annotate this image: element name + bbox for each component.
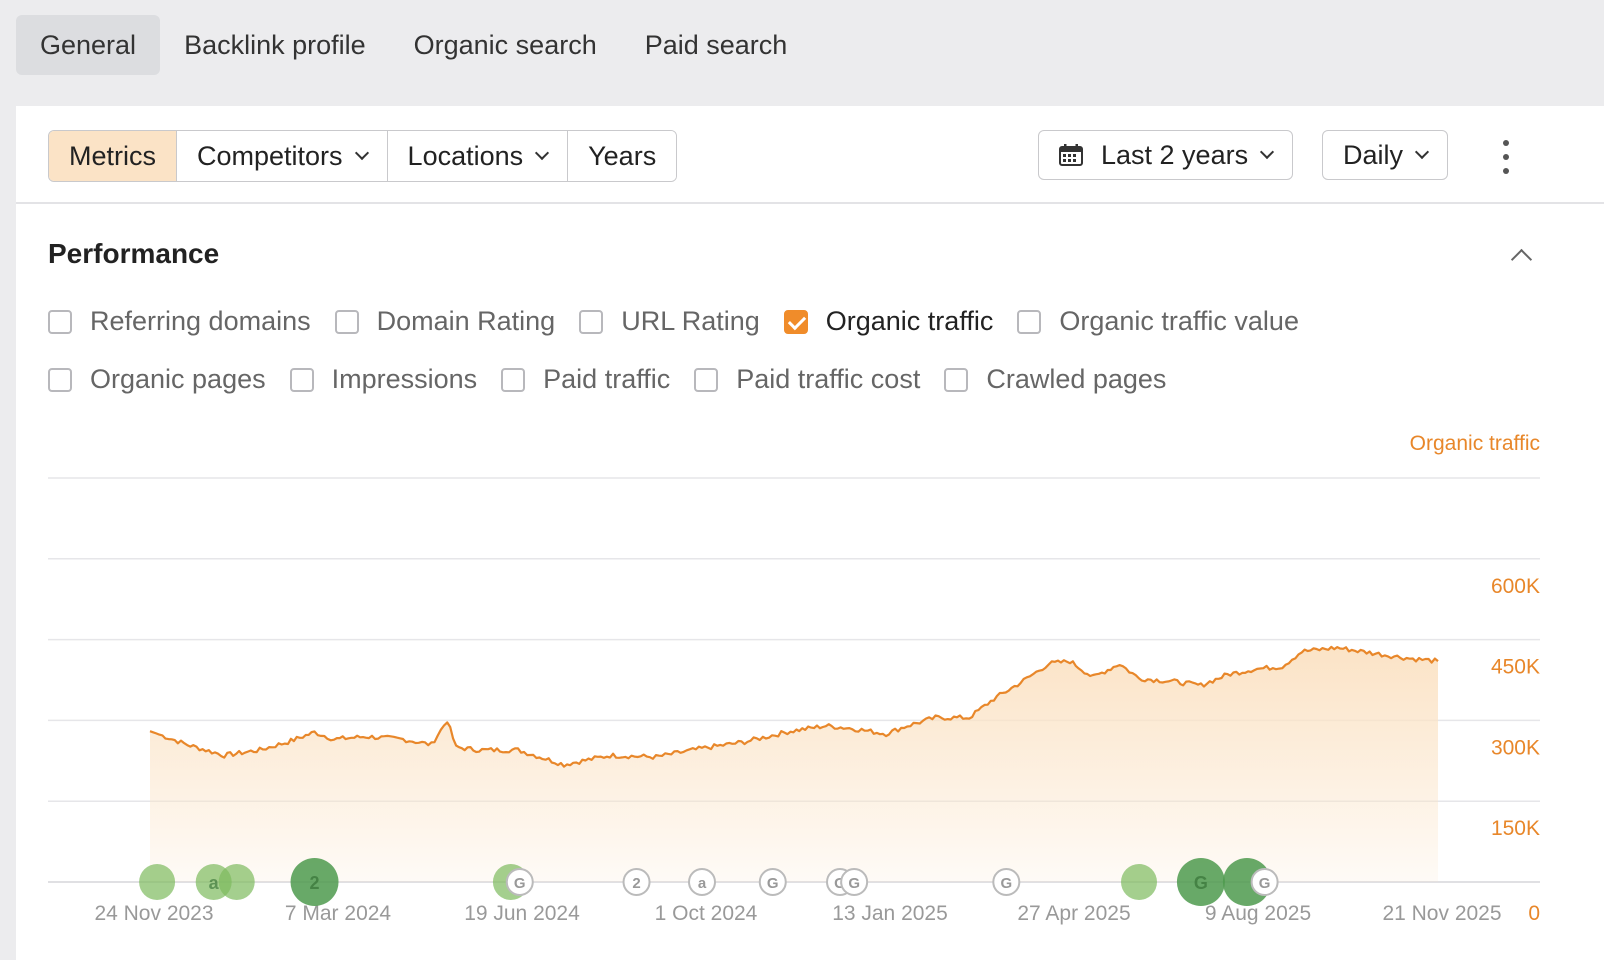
overview-panel: Metrics Competitors Locations Years Last… [16,106,1604,960]
event-marker[interactable]: a [688,868,716,896]
event-marker[interactable]: G [1176,858,1225,906]
x-tick-label: 13 Jan 2025 [832,902,948,925]
y-tick-label: 150K [1491,817,1540,840]
y-tick-label: 300K [1491,736,1540,759]
x-tick-label: 19 Jun 2024 [464,902,580,925]
x-tick-label: 24 Nov 2023 [94,902,213,925]
event-marker[interactable] [139,864,176,900]
event-marker[interactable]: G [1250,868,1279,896]
event-marker[interactable] [1121,864,1157,900]
event-marker[interactable]: 2 [290,858,339,906]
event-marker-glyph: 2 [632,875,640,892]
event-marker-glyph: G [514,875,526,892]
event-marker-glyph: G [1000,875,1012,892]
event-marker-glyph: a [209,873,220,893]
event-marker[interactable]: G [758,868,787,896]
y-tick-label: 600K [1491,575,1540,598]
x-tick-label: 1 Oct 2024 [655,902,758,925]
x-tick-label: 27 Apr 2025 [1017,902,1130,925]
tab-general[interactable]: General [16,15,161,75]
x-tick-label: 9 Aug 2025 [1205,902,1311,925]
top-tabs: General Backlink profile Organic search … [16,15,811,75]
x-tick-label: 21 Nov 2025 [1382,902,1501,925]
event-marker-glyph: G [767,875,779,892]
series-area-organic-traffic [150,646,1438,882]
event-marker-glyph: G [1259,875,1271,892]
event-marker-glyph: G [848,875,860,892]
y-tick-label: 450K [1491,656,1540,679]
tab-paid-search[interactable]: Paid search [621,15,812,75]
event-marker[interactable] [218,864,255,900]
tab-backlink-profile[interactable]: Backlink profile [160,15,390,75]
event-marker[interactable]: G [840,868,869,896]
tab-organic-search[interactable]: Organic search [390,15,621,75]
event-marker[interactable]: 2 [622,868,651,896]
organic-traffic-chart: 0 150K 300K 450K 600K 24 Nov 2023 7 Mar 2024 19… [48,477,1540,925]
x-tick-label: 7 Mar 2024 [285,902,392,925]
event-marker-glyph: 2 [310,873,320,893]
y-tick-label: 0 [1528,902,1540,925]
event-marker-glyph: a [698,875,707,892]
event-marker[interactable]: G [505,868,534,896]
event-marker-glyph: G [1194,873,1208,893]
event-marker[interactable]: G [992,868,1021,896]
